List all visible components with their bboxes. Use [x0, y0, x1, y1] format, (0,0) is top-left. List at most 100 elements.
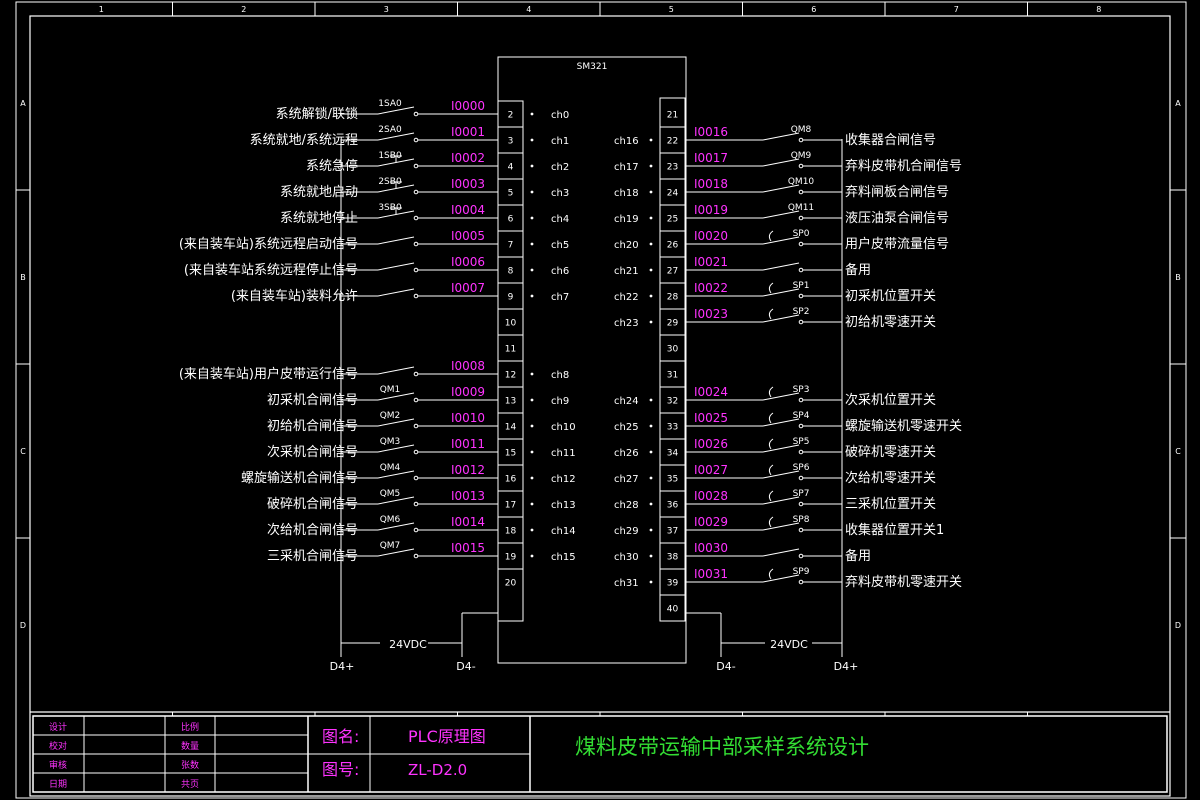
io-address: I0008 — [451, 359, 485, 373]
contact-blade — [762, 548, 800, 557]
sensor-actuator — [768, 230, 774, 242]
terminal-number: 34 — [667, 449, 679, 459]
io-address: I0014 — [451, 515, 485, 529]
channel-label: ch3 — [551, 188, 569, 199]
contact-terminal — [798, 267, 804, 273]
device-tag: QM6 — [380, 515, 401, 525]
terminal-number: 24 — [667, 189, 679, 199]
plc-schematic-canvas: 1 2 3 4 5 6 7 8A AB BC CD D SM321 2系统解锁/联锁1SA0 I0000… — [15, 1, 1187, 799]
terminal-number: 26 — [667, 241, 679, 251]
contact-blade — [377, 288, 415, 297]
channel-dot — [530, 164, 534, 168]
terminal-number: 39 — [667, 579, 679, 589]
channel-label: ch0 — [551, 110, 569, 121]
contact-terminal — [798, 215, 804, 221]
channel-dot — [649, 190, 653, 194]
channel-dot — [530, 502, 534, 506]
right-input-row: 21 — [667, 111, 678, 121]
tb-role-right: 共页 — [181, 779, 199, 790]
module-name: SM321 — [577, 62, 608, 72]
left-input-row: 14初给机合闸信号QM2 I0010ch10 — [267, 411, 576, 434]
input-label: 收集器合闸信号 — [845, 132, 936, 148]
right-input-row: 27 ch21 I0021 备用 — [614, 255, 871, 278]
contact-terminal — [798, 579, 804, 585]
frame-row-label-left: D — [20, 621, 26, 630]
channel-label: ch8 — [551, 370, 569, 381]
right-input-row: 23 ch17 QM9 I0017 弃料皮带机合闸信号 — [614, 151, 962, 174]
channel-dot — [649, 450, 653, 454]
channel-dot — [530, 242, 534, 246]
input-label: 三采机位置开关 — [845, 497, 936, 512]
terminal-number: 36 — [667, 501, 679, 511]
right-input-rows: 21 22 ch16 QM8 I0016 收集器合闸信号 23 ch17 QM9 I0017 弃料皮… — [614, 111, 962, 615]
contact-terminal — [413, 553, 419, 559]
tb-role-left: 设计 — [49, 721, 67, 733]
contact-terminal — [413, 527, 419, 533]
device-tag: QM5 — [380, 489, 401, 499]
terminal-number: 30 — [667, 345, 679, 355]
contact-blade — [377, 262, 415, 271]
channel-dot — [530, 476, 534, 480]
channel-dot — [649, 424, 653, 428]
channel-dot — [530, 268, 534, 272]
channel-dot — [649, 216, 653, 220]
io-address: I0003 — [451, 177, 485, 191]
channel-dot — [530, 294, 534, 298]
contact-terminal — [798, 527, 804, 533]
io-address: I0027 — [694, 463, 728, 477]
device-tag: QM8 — [791, 125, 812, 135]
channel-label: ch30 — [614, 552, 639, 563]
io-address: I0031 — [694, 567, 728, 581]
device-tag: 2SA0 — [378, 125, 402, 135]
terminal-number: 38 — [667, 553, 679, 563]
channel-label: ch11 — [551, 448, 576, 459]
right-input-row: 35 ch27 SP6 I0027 次给机零速开关 — [614, 463, 936, 486]
io-address: I0026 — [694, 437, 728, 451]
contact-terminal — [413, 137, 419, 143]
contact-terminal — [798, 163, 804, 169]
device-tag: SP9 — [793, 567, 810, 577]
channel-dot — [530, 216, 534, 220]
contact-terminal — [413, 293, 419, 299]
io-address: I0015 — [451, 541, 485, 555]
channel-dot — [649, 398, 653, 402]
terminal-number: 22 — [667, 137, 678, 147]
contact-blade — [377, 366, 415, 375]
terminal-number: 20 — [505, 579, 517, 589]
contact-terminal — [798, 553, 804, 559]
contact-terminal — [413, 371, 419, 377]
input-label: (来自装车站)装料允许 — [231, 288, 358, 304]
terminal-number: 4 — [508, 163, 514, 173]
terminal-number: 15 — [505, 449, 516, 459]
channel-label: ch17 — [614, 162, 639, 173]
io-address: I0007 — [451, 281, 485, 295]
left-input-row: 18次给机合闸信号QM6 I0014ch14 — [267, 515, 576, 538]
device-tag: SP2 — [793, 307, 810, 317]
channel-dot — [649, 242, 653, 246]
channel-label: ch23 — [614, 318, 639, 329]
right-plus-label: D4+ — [834, 660, 859, 673]
channel-label: ch16 — [614, 136, 639, 147]
left-minus-label: D4- — [456, 660, 475, 673]
io-address: I0024 — [694, 385, 728, 399]
input-label: 用户皮带流量信号 — [845, 236, 949, 252]
frame-row-label-left: C — [20, 447, 26, 456]
tb-role-left: 审核 — [49, 759, 67, 771]
left-input-row: 17破碎机合闸信号QM5 I0013ch13 — [267, 489, 576, 512]
left-input-row: 12 (来自装车站)用户皮带运行信号 I0008 ch8 — [179, 359, 569, 382]
channel-label: ch21 — [614, 266, 639, 277]
terminal-number: 37 — [667, 527, 678, 537]
terminal-number: 14 — [505, 423, 517, 433]
channel-dot — [649, 320, 653, 324]
left-plus-label: D4+ — [330, 660, 355, 673]
io-address: I0012 — [451, 463, 485, 477]
io-address: I0005 — [451, 229, 485, 243]
right-input-row: 26 ch20 SP0 I0020 用户皮带流量信号 — [614, 229, 949, 252]
terminal-number: 31 — [667, 371, 678, 381]
device-tag: SP8 — [793, 515, 810, 525]
device-tag: QM2 — [380, 411, 401, 421]
left-input-rows: 2系统解锁/联锁1SA0 I0000ch03系统就地/系统远程2SA0 I0001c… — [179, 99, 576, 589]
right-input-row: 39 ch31 SP9 I0031 弃料皮带机零速开关 — [614, 567, 962, 590]
device-tag: SP6 — [793, 463, 810, 473]
right-input-row: 31 — [660, 360, 685, 381]
